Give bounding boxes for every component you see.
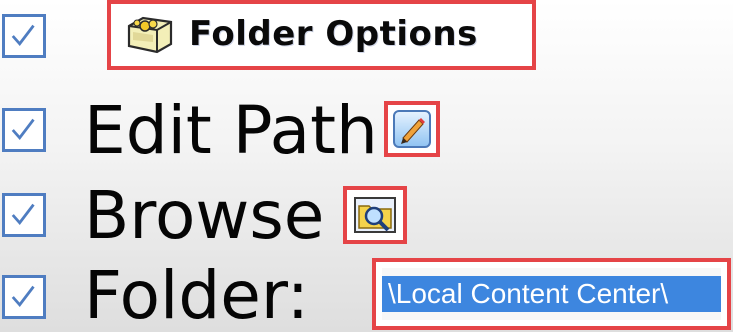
folder-path-selection: \Local Content Center\ <box>382 276 721 312</box>
checkmark-icon <box>11 285 35 307</box>
folder-path-value: \Local Content Center\ <box>388 278 669 309</box>
checkmark-icon <box>11 203 35 225</box>
browse-label: Browse <box>84 177 325 254</box>
checkbox-edit-path[interactable] <box>2 108 46 152</box>
folder-options-highlight[interactable]: Folder Options <box>107 0 536 70</box>
edit-pencil-icon <box>393 110 431 148</box>
edit-path-button[interactable] <box>384 101 440 157</box>
browse-folder-icon <box>354 197 396 233</box>
edit-path-label: Edit Path <box>84 92 378 169</box>
browse-button[interactable] <box>343 186 407 244</box>
checkmark-icon <box>11 24 35 46</box>
checkbox-browse[interactable] <box>2 193 46 237</box>
folder-path-highlight: \Local Content Center\ <box>372 258 731 330</box>
folder-options-title: Folder Options <box>189 14 478 54</box>
folder-path-input[interactable]: \Local Content Center\ <box>382 268 721 320</box>
folder-label: Folder: <box>84 257 310 334</box>
checkbox-folder[interactable] <box>2 275 46 319</box>
folder-options-icon <box>127 16 173 54</box>
checkbox-folder-options[interactable] <box>2 14 46 58</box>
checkmark-icon <box>11 118 35 140</box>
